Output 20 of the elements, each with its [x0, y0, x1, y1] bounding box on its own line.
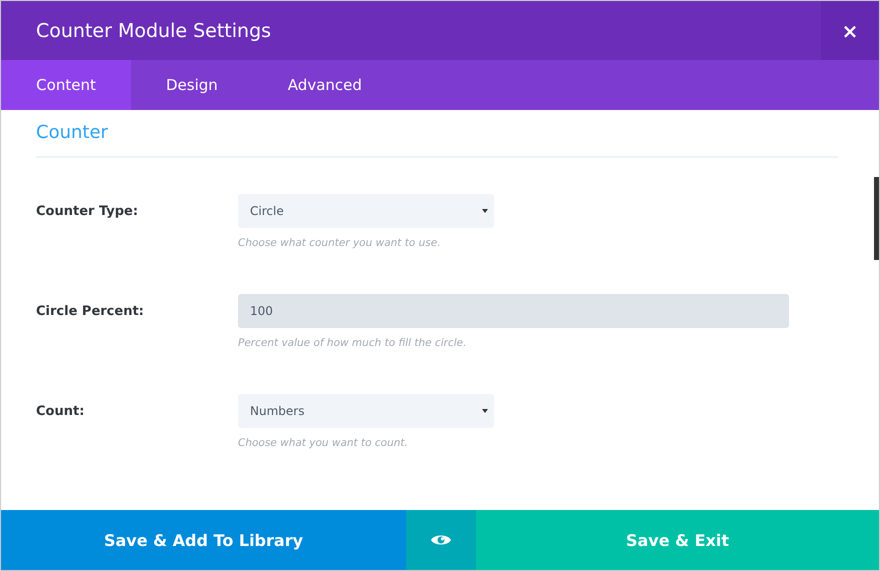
field-description: Choose what counter you want to use.: [238, 237, 442, 249]
field-description: Percent value of how much to fill the circle.: [238, 337, 468, 349]
section-title: Counter: [36, 122, 109, 143]
caret-icon: [482, 409, 488, 413]
preview-button[interactable]: [406, 510, 476, 570]
tab[interactable]: Design: [131, 60, 253, 110]
scrollbar-thumb[interactable]: [874, 177, 879, 260]
save-library-button[interactable]: Save & Add To Library: [1, 510, 406, 570]
tab[interactable]: Advanced: [252, 60, 397, 110]
field-label: Counter Type:: [36, 203, 140, 221]
field-label: Circle Percent:: [36, 303, 145, 321]
caret-icon: [482, 209, 488, 213]
close-button[interactable]: ×: [821, 1, 879, 60]
select-field[interactable]: Numbers: [238, 394, 494, 428]
field-label: Count:: [36, 403, 86, 421]
field-description: Choose what you want to count.: [238, 437, 409, 449]
input-field[interactable]: 100: [238, 294, 789, 328]
tab[interactable]: Content: [1, 60, 131, 110]
window-title: Counter Module Settings: [36, 20, 272, 42]
select-field[interactable]: Circle: [238, 194, 494, 228]
